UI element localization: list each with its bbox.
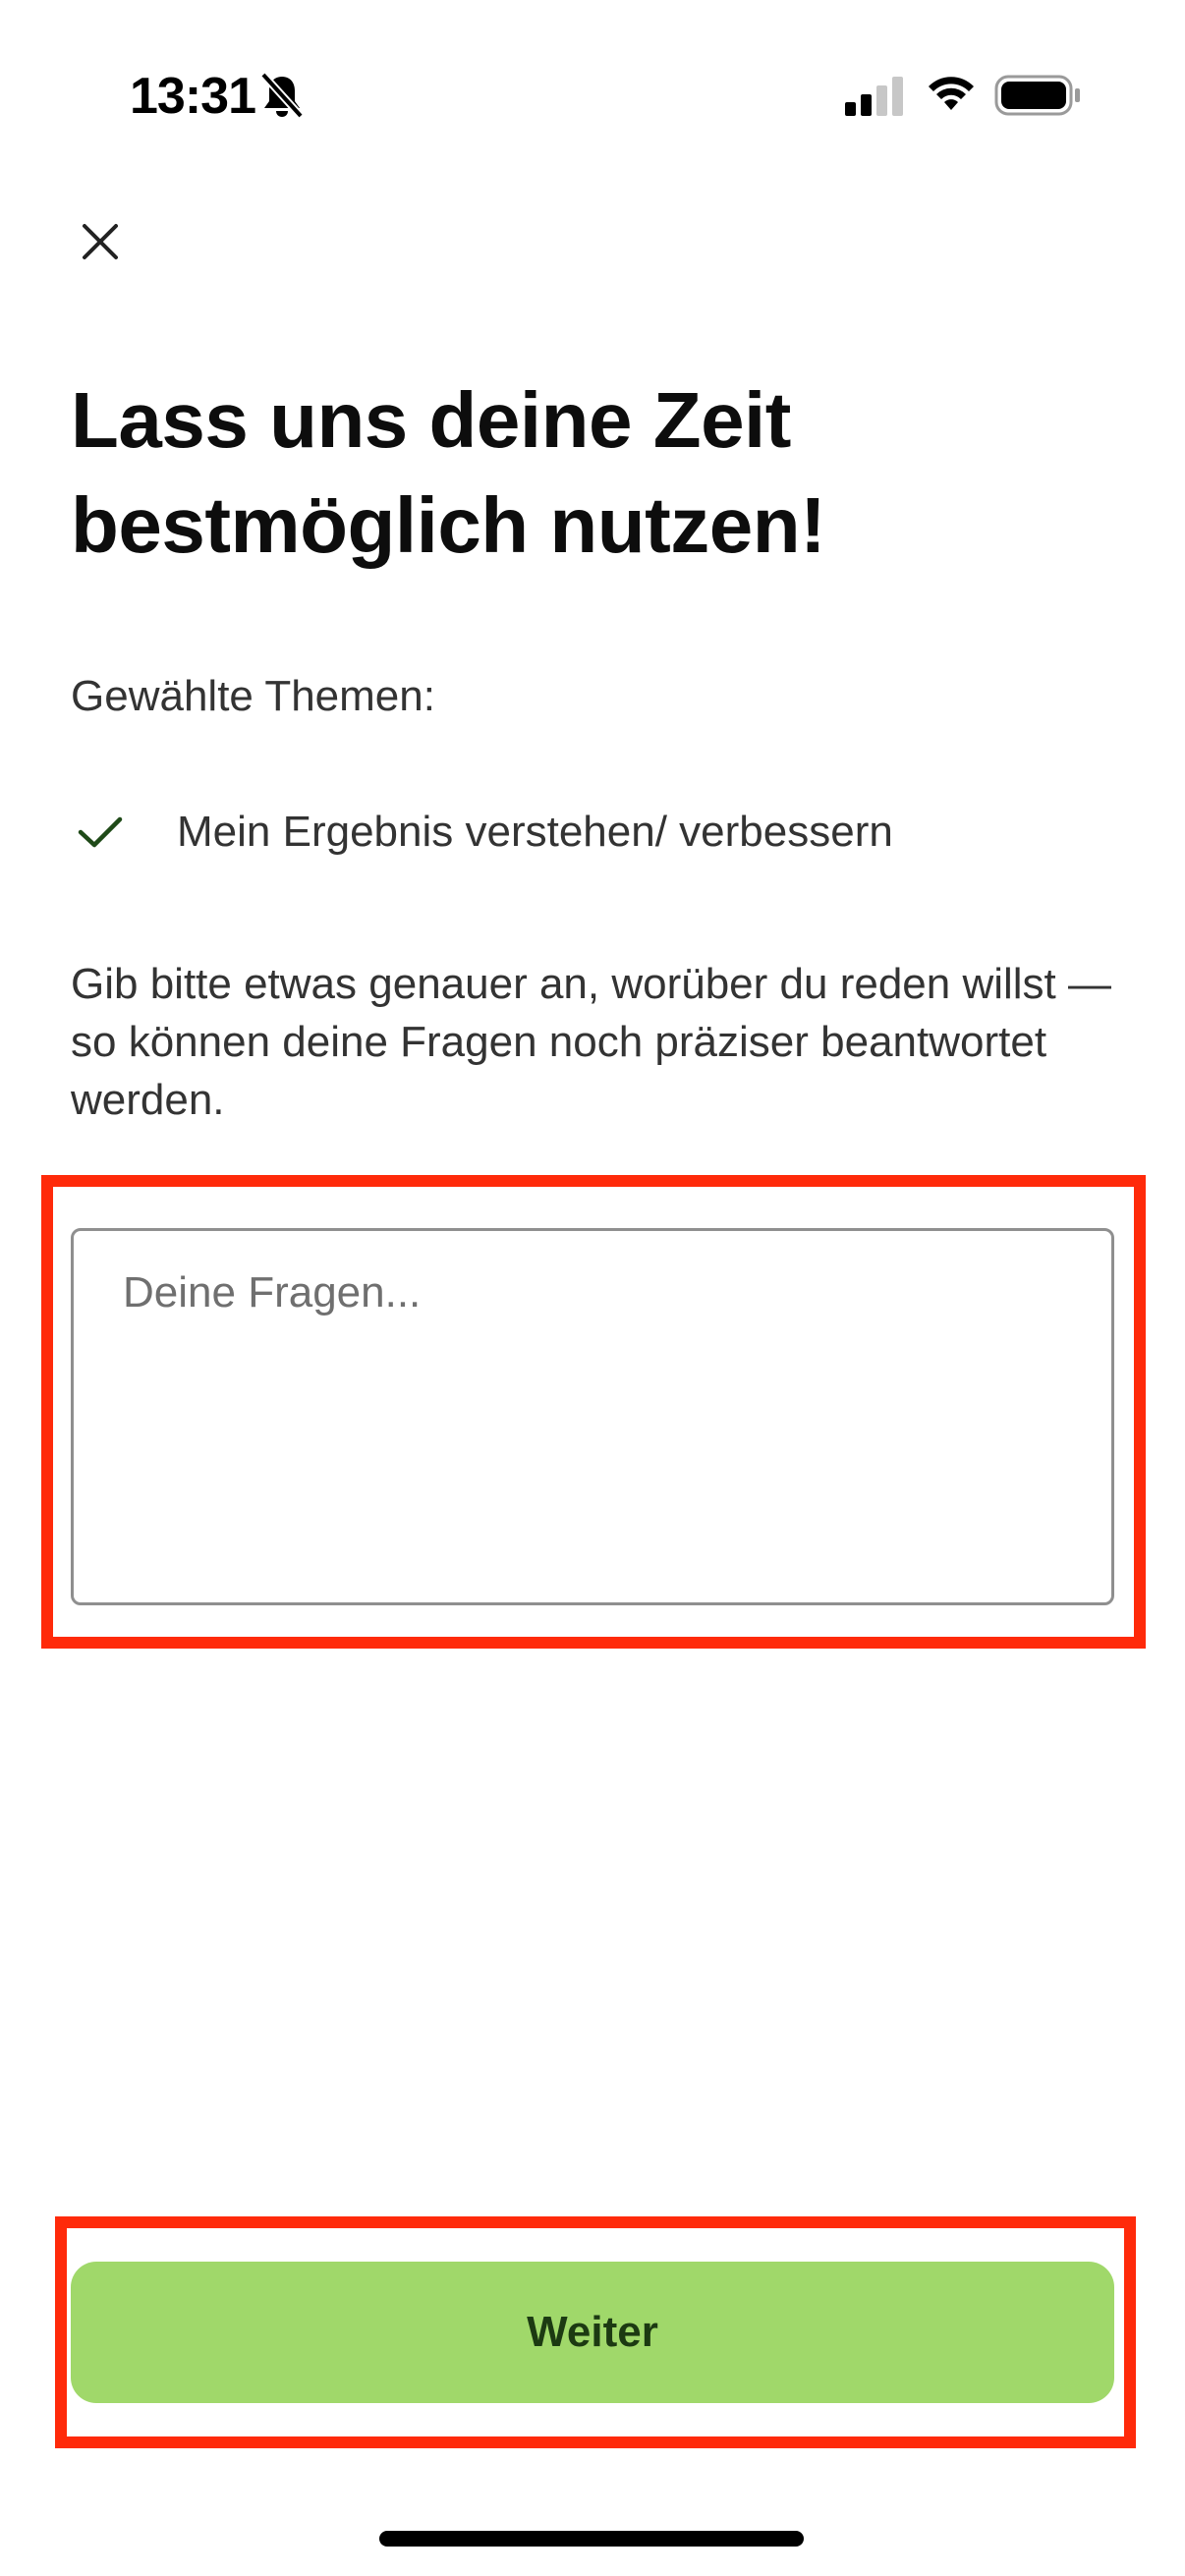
continue-button[interactable]: Weiter <box>71 2262 1114 2403</box>
bell-slash-icon <box>259 71 305 120</box>
page-title: Lass uns deine Zeit bestmöglich nutzen! <box>71 376 826 569</box>
topic-item: Mein Ergebnis verstehen/ verbessern <box>71 798 893 867</box>
questions-input[interactable] <box>71 1228 1114 1605</box>
topics-heading: Gewählte Themen: <box>71 672 435 720</box>
wifi-icon <box>926 75 977 114</box>
check-icon <box>71 803 130 862</box>
status-bar: 13:31 <box>0 0 1185 196</box>
battery-icon <box>994 73 1083 118</box>
instructions-text: Gib bitte etwas genauer an, worüber du r… <box>71 960 1112 1124</box>
status-time: 13:31 <box>130 68 256 125</box>
topic-label: Mein Ergebnis verstehen/ verbessern <box>177 808 893 856</box>
cellular-signal-icon <box>845 77 906 116</box>
close-icon <box>81 222 120 266</box>
home-indicator <box>379 2531 804 2547</box>
close-button[interactable] <box>61 204 140 283</box>
